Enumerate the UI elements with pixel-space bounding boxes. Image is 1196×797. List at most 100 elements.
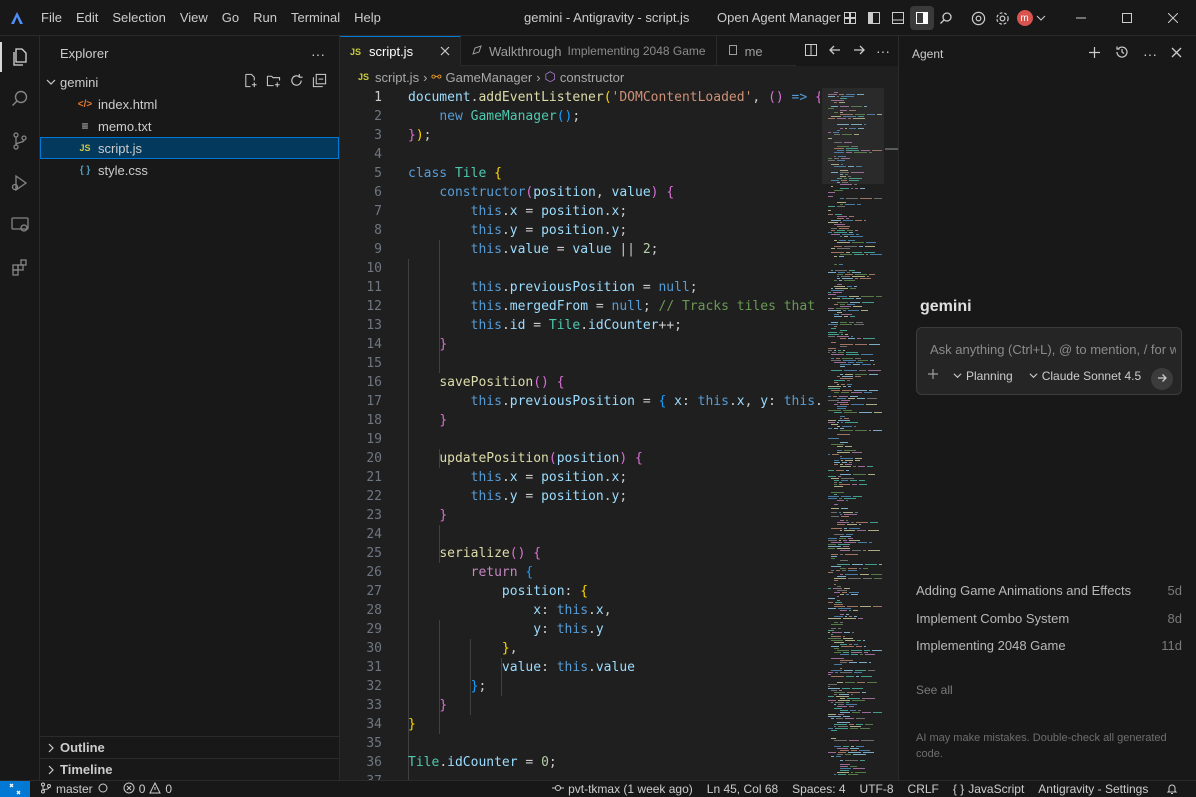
vertical-scrollbar-thumb[interactable] [885,148,898,150]
file-memo-txt[interactable]: ≡ memo.txt [40,115,339,137]
minimap-line [843,716,850,717]
model-dropdown[interactable]: Claude Sonnet 4.5 [1029,369,1141,383]
minimap-line [834,256,837,257]
minimap-line [866,242,876,243]
menu-file[interactable]: File [34,0,69,36]
send-button[interactable] [1151,368,1173,390]
git-blame-status[interactable]: pvt-tkmax (1 week ago) [545,782,700,797]
minimap-line [837,218,844,219]
minimap-line [846,702,849,703]
minimap-line [864,646,866,647]
minimap[interactable] [822,88,884,780]
history-icon[interactable] [1115,45,1129,62]
file-style-css[interactable]: { } style.css [40,159,339,181]
open-agent-manager-button[interactable]: Open Agent Manager [717,10,841,25]
breadcrumb-member[interactable]: constructor [560,70,624,85]
agent-panel-title: Agent [912,46,944,61]
eol-status[interactable]: CRLF [901,782,946,796]
agent-prompt-input[interactable]: Ask anything (Ctrl+L), @ to mention, / f… [930,342,1176,357]
navigate-forward-icon[interactable] [852,43,866,60]
code-line: document.addEventListener('DOMContentLoa… [408,90,820,105]
indentation-status[interactable]: Spaces: 4 [785,782,852,796]
close-panel-icon[interactable] [1171,47,1182,61]
search-icon[interactable] [0,78,40,120]
menu-go[interactable]: Go [215,0,246,36]
timeline-section-header[interactable]: Timeline [40,758,340,780]
code-editor[interactable]: 1 2 3 4 5 6 7 8 9 10 11 12 13 14 15 16 17 18 19 20 21 22 23 24 2… [340,88,820,780]
file-script-js[interactable]: JS script.js [40,137,339,159]
explorer-files-icon[interactable] [0,36,40,78]
menu-help[interactable]: Help [347,0,388,36]
maximize-window-button[interactable] [1104,0,1150,36]
conversation-item[interactable]: Implementing 2048 Game 11d [916,638,1182,653]
menu-run[interactable]: Run [246,0,284,36]
minimap-line [834,724,847,725]
minimap-line [834,642,844,643]
split-editor-icon[interactable] [804,43,818,60]
close-tab-icon[interactable] [440,44,450,59]
minimap-slider[interactable] [822,88,884,184]
remote-indicator-icon[interactable] [0,780,30,797]
toggle-secondary-sidebar-icon[interactable] [910,6,934,30]
problems-status[interactable]: 0 0 [116,781,179,797]
minimize-window-button[interactable] [1058,0,1104,36]
minimap-line [852,272,861,273]
account-avatar[interactable]: m [1014,6,1048,30]
menu-view[interactable]: View [173,0,215,36]
see-all-link[interactable]: See all [916,683,953,697]
extensions-icon[interactable] [0,246,40,288]
collapse-all-icon[interactable] [312,73,327,91]
agent-prompt-box[interactable]: Ask anything (Ctrl+L), @ to mention, / f… [916,327,1182,395]
navigate-back-icon[interactable] [828,43,842,60]
more-actions-icon[interactable]: ··· [311,46,325,62]
add-context-icon[interactable] [927,368,939,383]
tab-walkthrough[interactable]: Walkthrough Implementing 2048 Game [461,36,717,66]
more-actions-icon[interactable]: ··· [1143,46,1157,62]
tab-memo[interactable]: me [717,36,773,66]
outline-section-header[interactable]: Outline [40,736,340,758]
customize-layout-icon[interactable] [838,6,862,30]
language-mode-status[interactable]: { } JavaScript [946,782,1031,796]
minimap-line [848,752,861,753]
toggle-primary-sidebar-icon[interactable] [862,6,886,30]
breadcrumb-file[interactable]: script.js [375,70,419,85]
search-icon[interactable] [934,6,958,30]
settings-gear-icon[interactable] [990,6,1014,30]
minimap-line [839,256,844,257]
file-index-html[interactable]: </> index.html [40,93,339,115]
menu-selection[interactable]: Selection [105,0,172,36]
cursor-position-status[interactable]: Ln 45, Col 68 [700,782,785,796]
settings-status[interactable]: Antigravity - Settings [1031,782,1155,796]
toggle-panel-icon[interactable] [886,6,910,30]
new-file-icon[interactable] [243,73,258,91]
new-conversation-icon[interactable] [1088,46,1101,62]
menu-edit[interactable]: Edit [69,0,105,36]
breadcrumb-class[interactable]: GameManager [445,70,532,85]
tab-script-js[interactable]: JS script.js [340,36,461,66]
run-debug-icon[interactable] [0,162,40,204]
remote-explorer-icon[interactable] [0,204,40,246]
minimap-line [837,748,848,749]
notifications-bell-icon[interactable] [1159,783,1185,795]
conversation-item[interactable]: Adding Game Animations and Effects 5d [916,583,1182,598]
minimap-line [863,338,875,339]
minimap-line [828,540,837,541]
minimap-line [843,512,853,513]
refresh-icon[interactable] [289,73,304,91]
source-control-icon[interactable] [0,120,40,162]
mode-dropdown[interactable]: Planning [953,369,1013,383]
close-window-button[interactable] [1150,0,1196,36]
more-actions-icon[interactable]: ··· [876,43,890,59]
chrome-icon[interactable] [966,6,990,30]
minimap-line [828,728,833,729]
code-line: this.x = position.x; [470,470,628,485]
encoding-status[interactable]: UTF-8 [853,782,901,796]
folder-root[interactable]: gemini [40,71,339,93]
menu-terminal[interactable]: Terminal [284,0,347,36]
minimap-line [865,724,873,725]
minimap-line [860,606,871,607]
conversation-item[interactable]: Implement Combo System 8d [916,611,1182,626]
new-folder-icon[interactable] [266,73,281,91]
minimap-line [833,588,842,589]
git-branch-status[interactable]: master [30,782,116,797]
